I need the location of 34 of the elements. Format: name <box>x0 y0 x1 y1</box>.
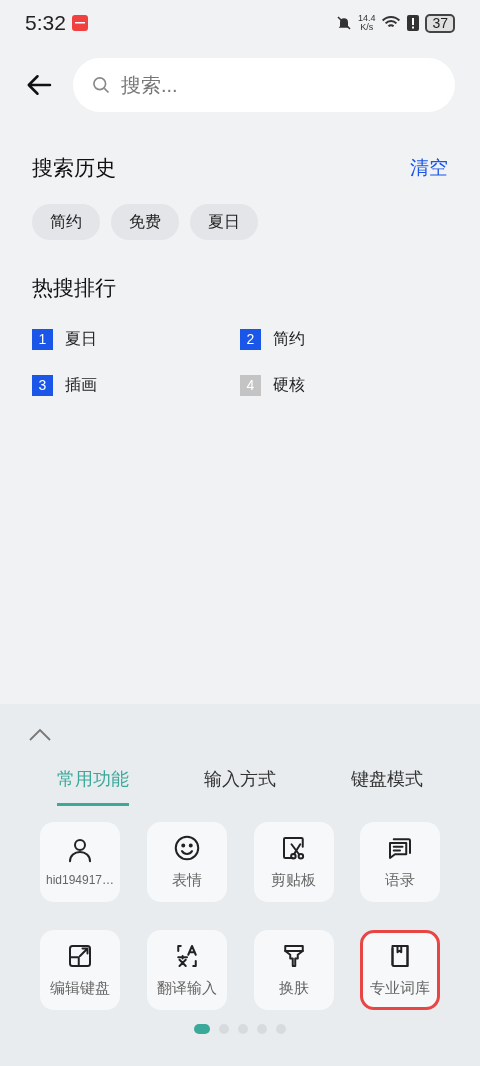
bell-muted-icon <box>335 15 352 31</box>
clear-button[interactable]: 清空 <box>410 153 448 182</box>
function-tile[interactable]: hid194917… <box>40 822 120 902</box>
rank-badge: 1 <box>32 328 53 350</box>
app-icon <box>71 15 88 31</box>
hot-search-item[interactable]: 简约 <box>273 327 305 351</box>
function-tile[interactable]: 编辑键盘 <box>40 930 120 1010</box>
hot-search-item[interactable]: 插画 <box>65 373 97 397</box>
rank-badge: 4 <box>240 374 261 396</box>
hot-search-item[interactable]: 夏日 <box>65 327 97 351</box>
rank-badge: 2 <box>240 328 261 350</box>
function-tile[interactable]: 语录 <box>360 822 441 902</box>
search-icon <box>91 75 111 95</box>
alert-icon <box>407 15 420 31</box>
rank-badge: 3 <box>32 374 53 396</box>
section-title: 搜索历史 <box>32 155 116 181</box>
panel-tab[interactable]: 输入方式 <box>166 766 314 806</box>
history-chip[interactable]: 夏日 <box>190 203 258 240</box>
search-field[interactable]: 搜索... <box>73 58 455 112</box>
section-title: 热搜排行 <box>32 275 116 299</box>
history-chip[interactable]: 简约 <box>32 203 100 240</box>
status-time: 5:32 <box>25 10 66 37</box>
hot-search-item[interactable]: 硬核 <box>273 373 305 397</box>
chevron-up-icon[interactable] <box>28 728 52 742</box>
network-speed: 14.4 <box>357 14 376 23</box>
function-tile[interactable]: 翻译输入 <box>146 930 227 1010</box>
function-tile[interactable]: 表情 <box>146 822 227 902</box>
panel-tab[interactable]: 键盘模式 <box>313 766 460 806</box>
function-tile[interactable]: 专业词库 <box>360 930 441 1010</box>
function-tile[interactable]: 剪贴板 <box>253 822 334 902</box>
history-chip[interactable]: 免费 <box>111 203 179 240</box>
function-tile[interactable]: 换肤 <box>253 930 334 1010</box>
battery-level: 37 <box>425 13 455 33</box>
network-speed-unit: K/s <box>360 23 374 32</box>
